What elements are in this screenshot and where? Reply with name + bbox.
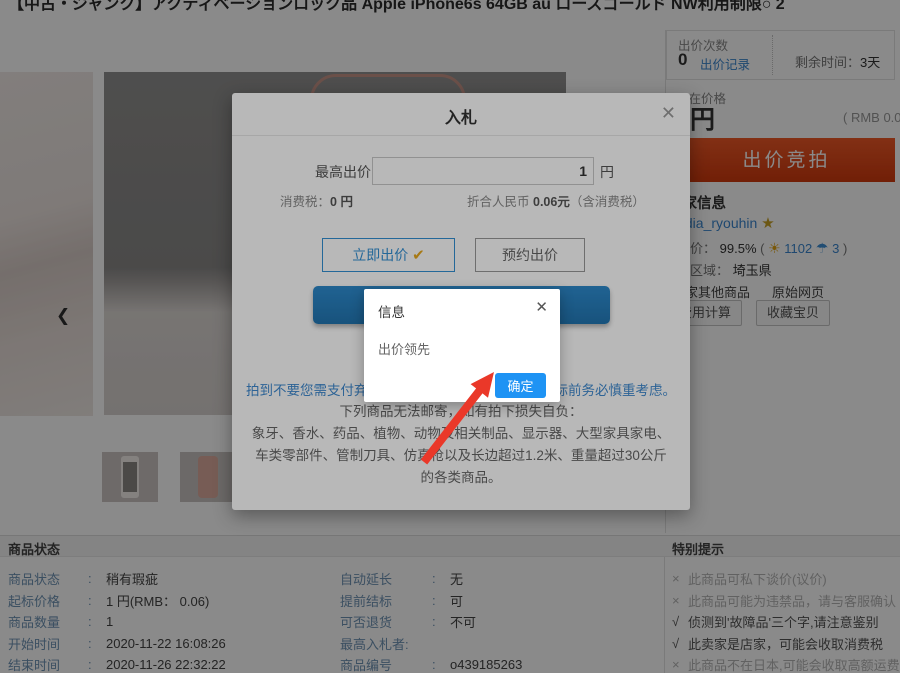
info-message: 出价领先 (378, 339, 430, 358)
auction-page: 【中古・ジャンク】アクティベーションロック品 Apple iPhone6s 64… (0, 0, 900, 673)
info-dialog: 信息 ✕ 出价领先 确定 (364, 289, 560, 402)
close-icon[interactable]: ✕ (535, 298, 548, 316)
info-dialog-title: 信息 (378, 301, 405, 321)
confirm-button[interactable]: 确定 (495, 373, 546, 398)
